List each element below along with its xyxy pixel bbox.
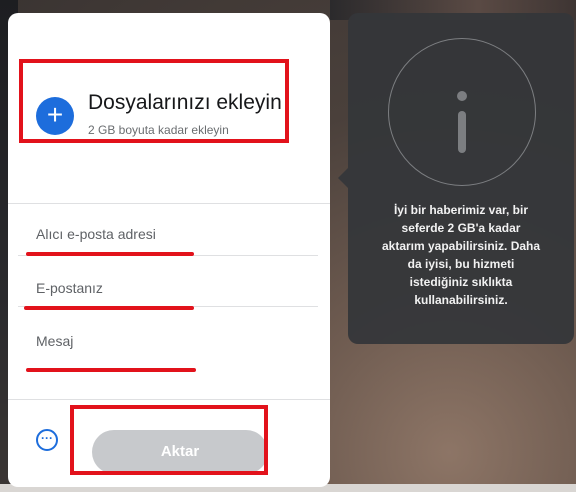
sender-email-placeholder: E-postanız [36, 280, 103, 296]
sender-annotation-underline [24, 306, 194, 310]
recipient-email-placeholder: Alıcı e-posta adresi [36, 226, 156, 242]
info-message: İyi bir haberimiz var, bir seferde 2 GB'… [381, 203, 541, 307]
info-panel-pointer [338, 168, 348, 188]
section-divider [8, 203, 330, 204]
info-icon [388, 38, 536, 186]
recipient-annotation-underline [26, 252, 194, 256]
message-field[interactable]: Mesaj [36, 327, 318, 357]
message-placeholder: Mesaj [36, 333, 74, 349]
info-icon-bar [458, 111, 466, 153]
sender-email-field[interactable]: E-postanız [36, 274, 318, 304]
message-annotation-underline [26, 368, 196, 372]
footer-divider [8, 399, 330, 400]
info-panel: İyi bir haberimiz var, bir seferde 2 GB'… [348, 13, 574, 344]
more-options-icon[interactable]: ··· [36, 429, 58, 451]
info-icon-dot [457, 91, 467, 101]
add-files-highlight [19, 59, 289, 143]
transfer-button-highlight [70, 405, 268, 475]
recipient-email-field[interactable]: Alıcı e-posta adresi [36, 220, 318, 250]
